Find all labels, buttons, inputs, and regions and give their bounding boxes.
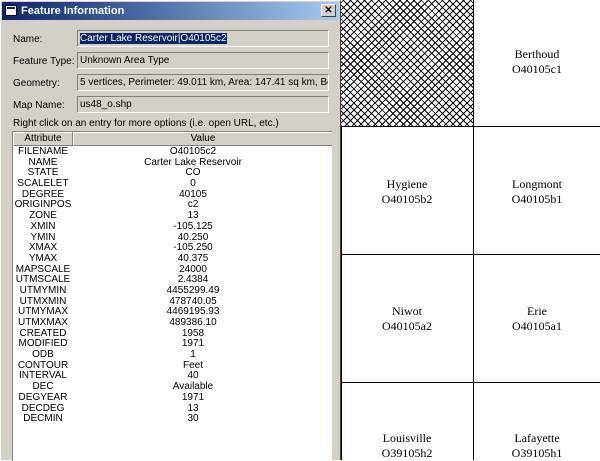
attribute-cell: DECMIN [23, 413, 63, 425]
feature-information-dialog: Feature Information ✕ Name: Carter Lake … [0, 0, 341, 461]
quad-name: Lafayette [514, 431, 560, 445]
quad-name: Louisville [382, 431, 432, 445]
table-row[interactable]: MODIFIED 1971 [13, 339, 332, 350]
grid-line [341, 254, 600, 255]
attribute-cell: DEGYEAR [18, 391, 68, 403]
selected-quad-hatch[interactable] [341, 0, 473, 126]
quad-code: O40105b2 [381, 192, 433, 206]
quad-code: O40105b1 [511, 192, 563, 206]
quad-name: Erie [527, 304, 547, 318]
attribute-cell: XMIN [30, 220, 56, 232]
quad-erie[interactable]: Erie O40105a1 [474, 304, 600, 334]
quad-name: Hygiene [386, 177, 428, 191]
table-row[interactable]: ORIGINPOS c2 [13, 200, 332, 211]
geometry-label: Geometry: [13, 78, 60, 89]
geometry-field[interactable]: 5 vertices, Perimeter: 49.011 km, Area: … [77, 74, 329, 91]
quad-code: O40105a1 [512, 319, 562, 333]
quad-niwot[interactable]: Niwot O40105a2 [341, 304, 473, 334]
attribute-cell: YMAX [28, 252, 58, 264]
name-field[interactable]: Carter Lake Reservoir|O40105c2 [77, 30, 329, 47]
table-row[interactable]: XMIN -105.125 [13, 220, 332, 233]
hint-text: Right click on an entry for more options… [13, 118, 279, 129]
table-row[interactable]: YMAX 40.375 [13, 252, 332, 265]
map-view[interactable]: Berthoud O40105c1 Hygiene O40105b2 Longm… [341, 0, 600, 460]
attribute-list[interactable]: Attribute Value FILENAME O40105c2 NAME Cart… [12, 131, 332, 461]
header-attribute[interactable]: Attribute [13, 132, 73, 146]
close-button[interactable]: ✕ [321, 4, 336, 17]
title-bar[interactable]: Feature Information ✕ [2, 2, 339, 20]
map-name-field[interactable]: us48_o.shp [77, 96, 329, 113]
list-header: Attribute Value [13, 132, 332, 146]
quad-longmont[interactable]: Longmont O40105b1 [474, 177, 600, 207]
quad-code: O39105h1 [511, 446, 563, 460]
feature-type-label: Feature Type: [13, 56, 75, 67]
map-name-label: Map Name: [13, 100, 65, 111]
window-icon [5, 5, 17, 16]
grid-line [341, 126, 600, 127]
value-cell: 1971 [181, 391, 205, 403]
quad-code: O40105a2 [382, 319, 432, 333]
value-cell: 30 [187, 413, 199, 425]
table-row[interactable]: DEGYEAR 1971 [13, 391, 332, 404]
feature-type-field[interactable]: Unknown Area Type [77, 52, 329, 69]
quad-lafayette[interactable]: Lafayette O39105h1 [474, 431, 600, 461]
quad-code: O39105h2 [381, 446, 433, 460]
list-rows: FILENAME O40105c2 NAME Carter Lake Reservoi… [13, 146, 332, 425]
name-label: Name: [13, 34, 43, 45]
value-cell: 40.375 [177, 252, 209, 264]
dialog-title: Feature Information [21, 5, 125, 17]
quad-louisville[interactable]: Louisville O39105h2 [341, 431, 473, 461]
table-row[interactable]: NAME Carter Lake Reservoir [13, 157, 332, 169]
quad-name: Niwot [392, 304, 422, 318]
quad-name: Berthoud [514, 47, 560, 61]
quad-hygiene[interactable]: Hygiene O40105b2 [341, 177, 473, 207]
value-cell: -105.125 [173, 220, 213, 232]
quad-code: O40105c1 [512, 62, 562, 76]
header-value[interactable]: Value [73, 132, 332, 146]
table-row[interactable]: XMAX -105.250 [13, 242, 332, 254]
name-value: Carter Lake Reservoir|O40105c2 [80, 33, 227, 44]
grid-line [341, 382, 600, 383]
table-row[interactable]: DECMIN 30 [13, 413, 332, 425]
quad-berthoud[interactable]: Berthoud O40105c1 [474, 47, 600, 77]
quad-name: Longmont [512, 177, 562, 191]
